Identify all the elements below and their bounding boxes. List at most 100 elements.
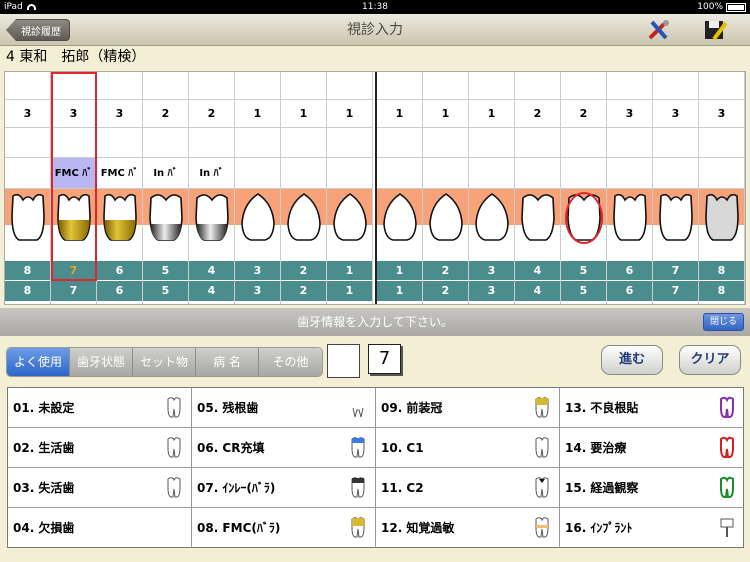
tooth-column-right-1[interactable]: 111 [377, 72, 423, 304]
tab-set-items[interactable]: セット物 [133, 348, 196, 376]
option-item-10[interactable]: 10. C1 [376, 428, 560, 468]
option-item-3[interactable]: 03. 失活歯 [8, 468, 192, 508]
chart-empty-cell [515, 72, 560, 100]
close-button[interactable]: 閉じる [702, 313, 744, 331]
tab-disease-name[interactable]: 病 名 [196, 348, 259, 376]
save-icon[interactable] [702, 18, 728, 42]
mobility-value: 3 [51, 100, 96, 128]
tooth-image[interactable] [97, 189, 142, 261]
option-item-1[interactable]: 01. 未設定 [8, 388, 192, 428]
tooth-image[interactable] [377, 189, 422, 261]
tooth-number-bottom: 1 [377, 281, 422, 301]
chart-empty-cell [189, 72, 234, 100]
clear-button[interactable]: クリア [679, 345, 741, 375]
chart-right-half: 111122133244255366377388 [375, 72, 745, 304]
option-label: 08. FMC(ﾊﾞﾗ) [197, 521, 281, 535]
treatment-label [281, 158, 326, 189]
tooth-column-right-4[interactable]: 2 44 [515, 72, 561, 304]
tooth-column-right-5[interactable]: 2 55 [561, 72, 607, 304]
chart-empty-cell [653, 72, 698, 100]
tooth-number-bottom: 1 [327, 281, 372, 301]
chart-empty-cell [143, 72, 188, 100]
treatment-label [653, 158, 698, 189]
tooth-image[interactable] [51, 189, 96, 261]
app-root: iPad 11:38 100% 視診履歴 視診入力 4 東和 拓郎（精検） 3 8… [0, 0, 750, 562]
tooth-image[interactable] [423, 189, 468, 261]
treatment-label [699, 158, 744, 189]
option-item-5[interactable]: 05. 残根歯 [192, 388, 376, 428]
chart-blank-cell [143, 128, 188, 158]
mobility-value: 1 [281, 100, 326, 128]
option-item-2[interactable]: 02. 生活歯 [8, 428, 192, 468]
chart-blank-cell [97, 128, 142, 158]
option-label: 06. CR充填 [197, 441, 265, 455]
tooth-column-right-8[interactable]: 3 88 [699, 72, 745, 304]
selected-tooth-number: 7 [368, 344, 401, 374]
message-bar: 歯牙情報を入力して下さい。 閉じる [0, 308, 750, 336]
mobility-value: 1 [469, 100, 514, 128]
treatment-label: In ﾊﾞ [143, 158, 188, 189]
chart-blank-cell [51, 128, 96, 158]
status-bar: iPad 11:38 100% [0, 0, 750, 14]
option-item-11[interactable]: 11. C2 [376, 468, 560, 508]
option-item-8[interactable]: 08. FMC(ﾊﾞﾗ) [192, 508, 376, 548]
tooth-image[interactable] [189, 189, 234, 261]
chart-empty-cell [423, 72, 468, 100]
option-item-15[interactable]: 15. 経過観察 [560, 468, 744, 508]
tooth-column-right-2[interactable]: 1 22 [423, 72, 469, 304]
tooth-number-bottom: 4 [515, 281, 560, 301]
status-right: 100% [697, 2, 746, 12]
tools-icon[interactable] [646, 18, 672, 42]
treatment-label: In ﾊﾞ [189, 158, 234, 189]
tooth-column-left-4[interactable]: 2 In ﾊﾞ 4 4 [189, 72, 235, 304]
tooth-column-left-8[interactable]: 3 88 [5, 72, 51, 304]
chart-blank-cell [377, 128, 422, 158]
tooth-number-top: 3 [469, 261, 514, 281]
tooth-image[interactable] [699, 189, 744, 261]
tooth-column-left-7[interactable]: 3 FMC ﾊﾞ 7 7 [51, 72, 97, 304]
tooth-column-left-2[interactable]: 1 22 [281, 72, 327, 304]
option-item-4[interactable]: 04. 欠損歯 [8, 508, 192, 548]
tab-tooth-status[interactable]: 歯牙状態 [70, 348, 133, 376]
tab-frequent[interactable]: よく使用 [7, 348, 70, 376]
chart-empty-cell [699, 72, 744, 100]
next-button[interactable]: 進む [601, 345, 663, 375]
tooth-image[interactable] [653, 189, 698, 261]
tooth-image[interactable] [5, 189, 50, 261]
tooth-column-right-3[interactable]: 1 33 [469, 72, 515, 304]
tooth-image[interactable] [235, 189, 280, 261]
tooth-image[interactable] [561, 189, 606, 261]
option-item-14[interactable]: 14. 要治療 [560, 428, 744, 468]
tooth-column-left-5[interactable]: 2 In ﾊﾞ 5 5 [143, 72, 189, 304]
option-label: 05. 残根歯 [197, 401, 259, 415]
tab-other[interactable]: その他 [259, 348, 322, 376]
tooth-image[interactable] [515, 189, 560, 261]
mobility-value: 3 [97, 100, 142, 128]
treatment-label [469, 158, 514, 189]
chart-empty-cell [607, 72, 652, 100]
tooth-column-left-3[interactable]: 1 33 [235, 72, 281, 304]
option-item-13[interactable]: 13. 不良根貼 [560, 388, 744, 428]
tooth-column-right-7[interactable]: 3 77 [653, 72, 699, 304]
tooth-image[interactable] [607, 189, 652, 261]
tooth-image[interactable] [469, 189, 514, 261]
tooth-image[interactable] [327, 189, 372, 261]
mobility-value: 3 [653, 100, 698, 128]
option-item-12[interactable]: 12. 知覚過敏 [376, 508, 560, 548]
tooth-image[interactable] [143, 189, 188, 261]
tooth-column-left-1[interactable]: 111 [327, 72, 373, 304]
category-tabs: よく使用 歯牙状態 セット物 病 名 その他 [6, 347, 323, 377]
tooth-number-bottom: 2 [281, 281, 326, 301]
treatment-label [377, 158, 422, 189]
chart-blank-cell [515, 128, 560, 158]
tooth-column-right-6[interactable]: 3 66 [607, 72, 653, 304]
tooth-image[interactable] [281, 189, 326, 261]
option-item-16[interactable]: 16. ｲﾝﾌﾟﾗﾝﾄ [560, 508, 744, 548]
option-item-9[interactable]: 09. 前装冠 [376, 388, 560, 428]
option-item-7[interactable]: 07. ｲﾝﾚｰ(ﾊﾞﾗ) [192, 468, 376, 508]
chart-empty-cell [281, 72, 326, 100]
tooth-column-left-6[interactable]: 3 FMC ﾊﾞ 6 6 [97, 72, 143, 304]
option-item-6[interactable]: 06. CR充填 [192, 428, 376, 468]
chart-blank-cell [423, 128, 468, 158]
mobility-value: 3 [607, 100, 652, 128]
